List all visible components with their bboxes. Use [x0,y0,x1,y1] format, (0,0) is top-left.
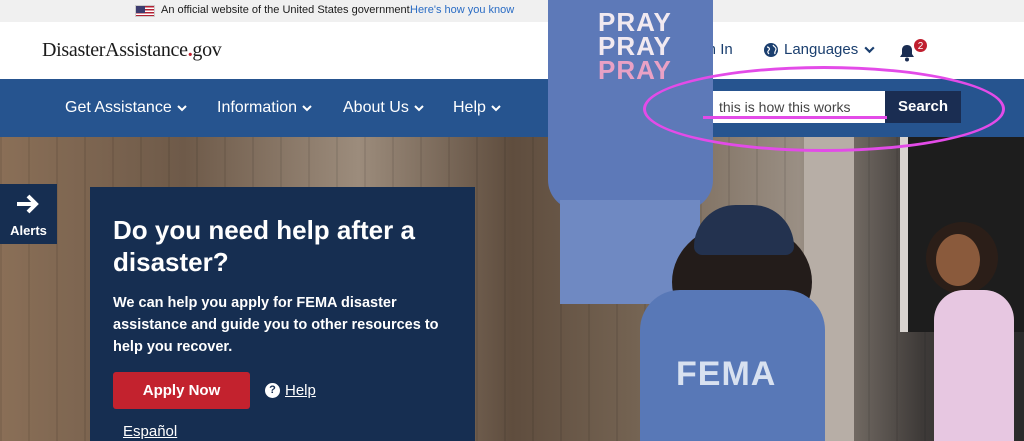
nav-label: Information [217,99,298,116]
site-logo[interactable]: DisasterAssistance.gov [42,39,222,62]
main-nav: Get Assistance Information About Us Help… [0,79,1024,137]
espanol-link[interactable]: Español [123,423,177,440]
chevron-down-icon [864,46,875,54]
chevron-down-icon [414,105,424,112]
alerts-label: Alerts [10,223,47,238]
help-link-label: Help [285,382,316,399]
apply-now-button[interactable]: Apply Now [113,372,250,409]
search-input[interactable] [703,91,885,123]
globe-icon [764,42,778,57]
nav-label: About Us [343,99,409,116]
hero-title: Do you need help after a disaster? [113,215,415,277]
chevron-down-icon [177,105,187,112]
alerts-tab[interactable]: Alerts [0,184,57,244]
site-header: DisasterAssistance.gov Sign In Languages… [0,22,1024,79]
logo-suffix: gov [192,39,222,61]
official-site-text: An official website of the United States… [161,4,413,16]
nav-label: Help [453,99,486,116]
nav-information[interactable]: Information [217,99,313,117]
languages-label: Languages [784,41,859,58]
hero-card: Do you need help after a disaster? We ca… [90,187,475,441]
nav-about-us[interactable]: About Us [343,99,425,117]
notifications-button[interactable]: 2 [899,38,929,66]
languages-menu[interactable]: Languages [763,41,876,58]
shirt-text-line: PRAY [598,55,672,85]
child-face [936,234,980,286]
nav-help[interactable]: Help [453,99,502,117]
shirt-graphic: PRAY PRAY PRAY [598,9,672,85]
hero-description: We can help you apply for FEMA disaster … [113,295,439,355]
nav-get-assistance[interactable]: Get Assistance [65,99,188,117]
child-shirt [934,290,1014,441]
question-circle-icon: ? [265,383,280,398]
notification-count-badge: 2 [913,38,928,53]
official-gov-banner: An official website of the United States… [0,0,1024,22]
logo-main: DisasterAssistance [42,39,188,61]
arrow-right-icon [17,194,39,214]
help-link[interactable]: ? Help [265,382,316,399]
search-button[interactable]: Search [885,91,961,123]
how-you-know-link[interactable]: Here's how you know [410,4,514,16]
chevron-down-icon [491,105,501,112]
us-flag-icon [135,5,155,17]
nav-label: Get Assistance [65,99,172,116]
fema-vest-text: FEMA [676,355,777,393]
chevron-down-icon [302,105,312,112]
